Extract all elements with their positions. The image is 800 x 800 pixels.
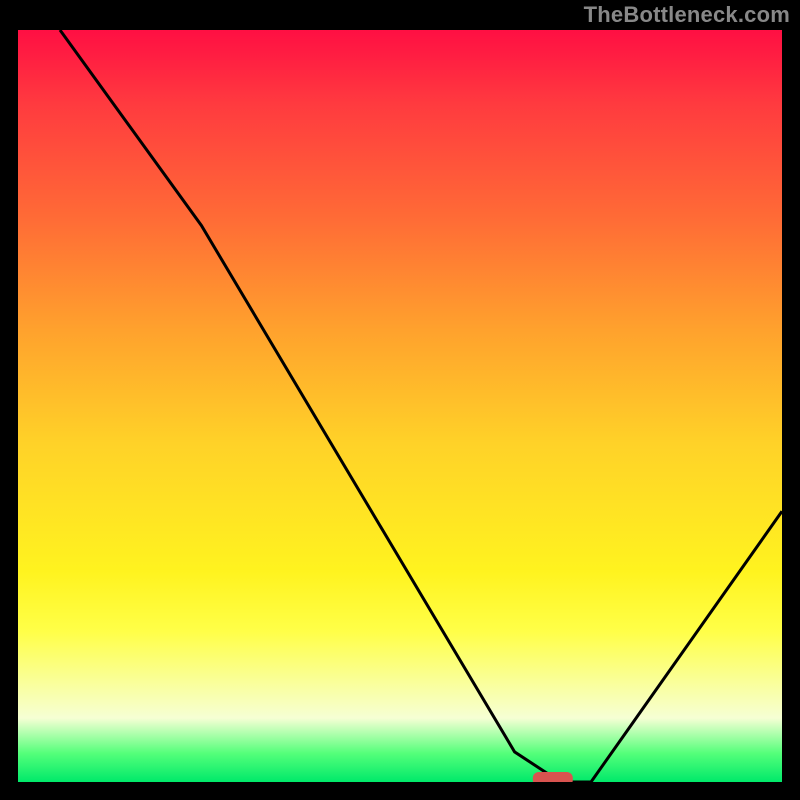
curve-path	[60, 30, 782, 782]
chart-gradient-area	[18, 30, 782, 782]
bottleneck-curve	[18, 30, 782, 782]
minimum-marker	[533, 772, 573, 782]
watermark-text: TheBottleneck.com	[584, 2, 790, 28]
